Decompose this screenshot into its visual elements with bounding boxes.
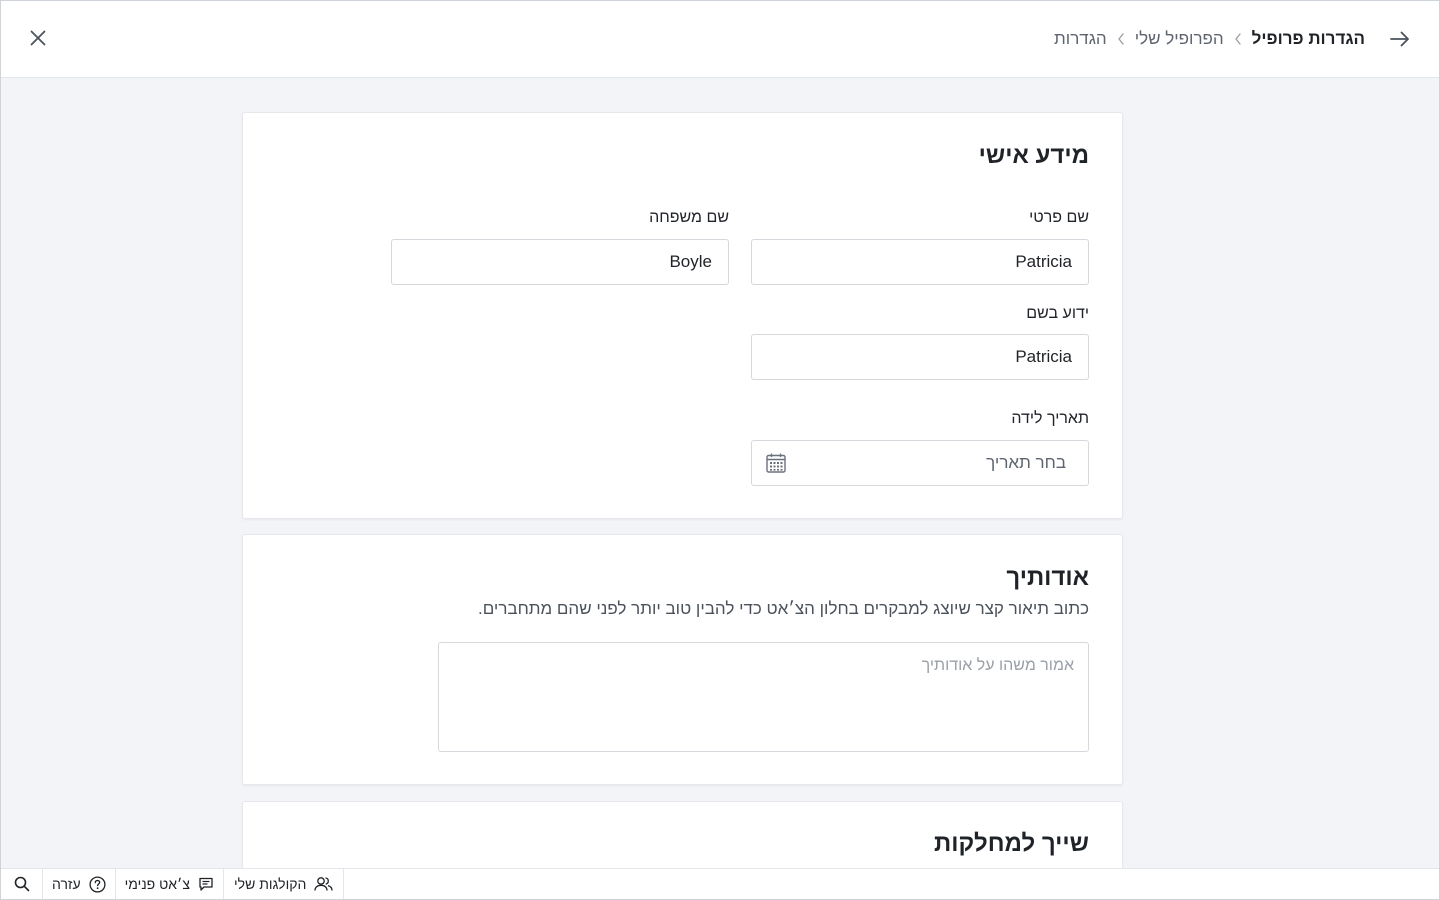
back-button[interactable] xyxy=(1387,26,1413,52)
breadcrumb-my-profile[interactable]: הפרופיל שלי xyxy=(1135,29,1224,49)
chat-icon xyxy=(199,877,213,891)
calendar-icon[interactable] xyxy=(765,452,787,474)
users-icon xyxy=(314,877,333,891)
about-card: אודותיך כתוב תיאור קצר שיוצג למבקרים בחל… xyxy=(242,534,1123,785)
help-icon xyxy=(89,875,106,893)
footer-bar: עזרה צ׳אט פנימי הקולגות שלי xyxy=(1,868,1439,899)
about-textarea[interactable] xyxy=(438,642,1089,752)
close-button[interactable] xyxy=(25,25,51,51)
breadcrumb: הגדרות הפרופיל שלי הגדרות פרופיל xyxy=(1054,27,1365,51)
close-icon xyxy=(30,30,46,46)
help-label: עזרה xyxy=(52,876,81,892)
last-name-label: שם משפחה xyxy=(649,209,729,226)
help-button[interactable]: עזרה xyxy=(43,869,116,899)
about-title: אודותיך xyxy=(1006,564,1089,591)
arrow-right-icon xyxy=(1390,31,1409,47)
chevron-left-icon xyxy=(1234,33,1242,45)
internal-chat-label: צ׳אט פנימי xyxy=(124,876,191,892)
birth-date-picker[interactable] xyxy=(751,440,1089,486)
search-button[interactable] xyxy=(1,869,43,899)
last-name-field[interactable] xyxy=(391,239,729,285)
my-colleagues-button[interactable]: הקולגות שלי xyxy=(224,869,345,899)
breadcrumb-profile-settings: הגדרות פרופיל xyxy=(1251,29,1365,48)
about-description: כתוב תיאור קצר שיוצג למבקרים בחלון הצ׳אט… xyxy=(477,599,1089,618)
birth-date-field[interactable] xyxy=(751,440,1089,486)
my-colleagues-label: הקולגות שלי xyxy=(234,876,307,892)
search-icon xyxy=(14,876,29,892)
chevron-left-icon xyxy=(1117,33,1125,45)
personal-info-title: מידע אישי xyxy=(978,142,1089,169)
personal-info-card: מידע אישי שם פרטי שם משפחה ידוע בשם תארי… xyxy=(242,112,1123,519)
known-as-label: ידוע בשם xyxy=(1026,305,1089,322)
departments-title: שייך למחלקות xyxy=(934,830,1089,857)
top-bar: הגדרות הפרופיל שלי הגדרות פרופיל xyxy=(1,1,1439,78)
first-name-label: שם פרטי xyxy=(1029,209,1089,226)
known-as-field[interactable] xyxy=(751,334,1089,380)
internal-chat-button[interactable]: צ׳אט פנימי xyxy=(116,869,225,899)
first-name-field[interactable] xyxy=(751,239,1089,285)
breadcrumb-settings[interactable]: הגדרות xyxy=(1054,29,1107,49)
birth-date-label: תאריך לידה xyxy=(1011,410,1089,427)
